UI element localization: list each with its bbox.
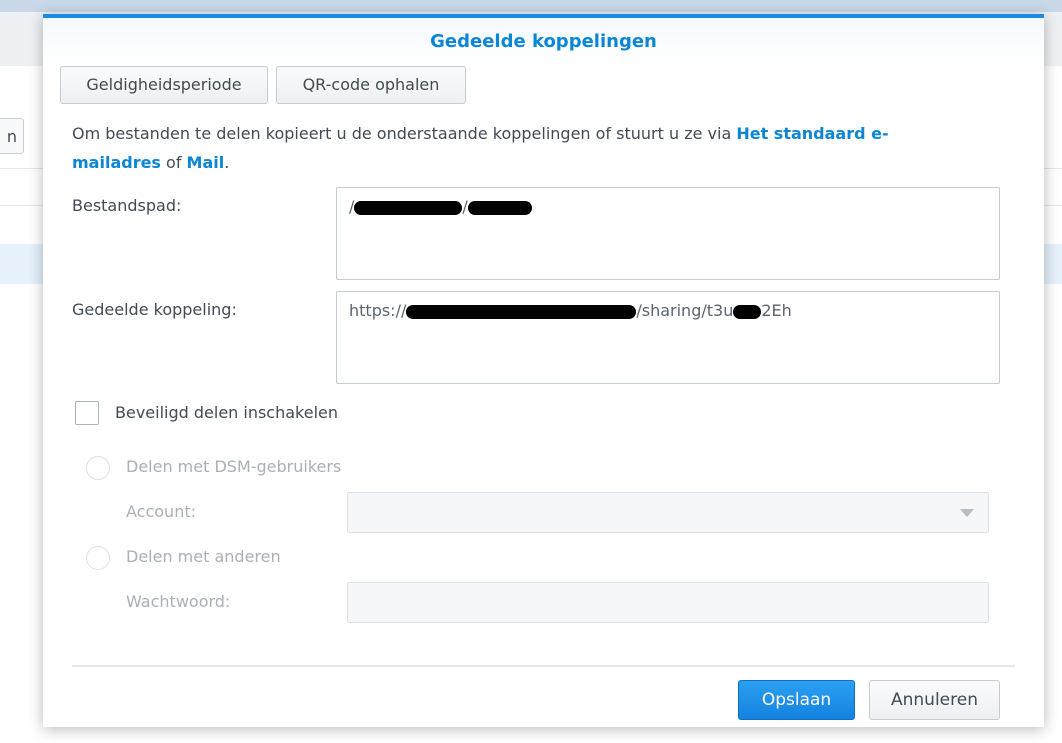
password-label: Wachtwoord: — [126, 592, 231, 611]
get-qr-code-button[interactable]: QR-code ophalen — [276, 66, 466, 104]
save-button[interactable]: Opslaan — [738, 680, 855, 720]
validity-period-button[interactable]: Geldigheidsperiode — [60, 66, 268, 104]
secure-sharing-checkbox[interactable] — [75, 401, 99, 425]
cancel-button[interactable]: Annuleren — [869, 680, 1000, 720]
file-path-separator: / — [462, 197, 468, 216]
dialog-title: Gedeelde koppelingen — [430, 31, 657, 52]
file-path-label: Bestandspad: — [72, 196, 182, 215]
shared-link-suffix: 2Eh — [761, 301, 792, 320]
account-select[interactable] — [347, 492, 989, 533]
account-label: Account: — [126, 502, 196, 521]
secure-sharing-label[interactable]: Beveiligd delen inschakelen — [115, 403, 338, 422]
dialog-header: Gedeelde koppelingen — [43, 18, 1044, 66]
description-text-middle: of — [160, 153, 187, 172]
description-text: Om bestanden te delen kopieert u de onde… — [72, 124, 737, 143]
redaction-mark — [354, 200, 463, 215]
password-field[interactable] — [347, 582, 989, 623]
background-button: n — [0, 118, 24, 154]
chevron-down-icon — [960, 509, 974, 517]
shared-link-path: /sharing/t3u — [636, 301, 734, 320]
share-others-label: Delen met anderen — [126, 547, 281, 566]
file-path-field[interactable]: / / — [336, 187, 1000, 280]
share-others-radio[interactable] — [86, 546, 110, 570]
redaction-mark — [406, 304, 637, 319]
share-description: Om bestanden te delen kopieert u de onde… — [72, 119, 972, 177]
share-dsm-users-label: Delen met DSM-gebruikers — [126, 457, 342, 476]
shared-link-field[interactable]: https:// /sharing/t3u 2Eh — [336, 291, 1000, 384]
description-text-end: . — [224, 153, 230, 172]
shared-links-dialog: Gedeelde koppelingen Geldigheidsperiode … — [43, 14, 1044, 727]
share-dsm-users-radio[interactable] — [86, 456, 110, 480]
redaction-mark — [733, 304, 762, 319]
mail-link[interactable]: Mail — [187, 153, 225, 172]
shared-link-prefix: https:// — [349, 301, 407, 320]
shared-link-label: Gedeelde koppeling: — [72, 300, 237, 319]
footer-divider — [72, 665, 1015, 667]
background-title-bar — [0, 0, 1062, 12]
redaction-mark — [467, 200, 532, 215]
